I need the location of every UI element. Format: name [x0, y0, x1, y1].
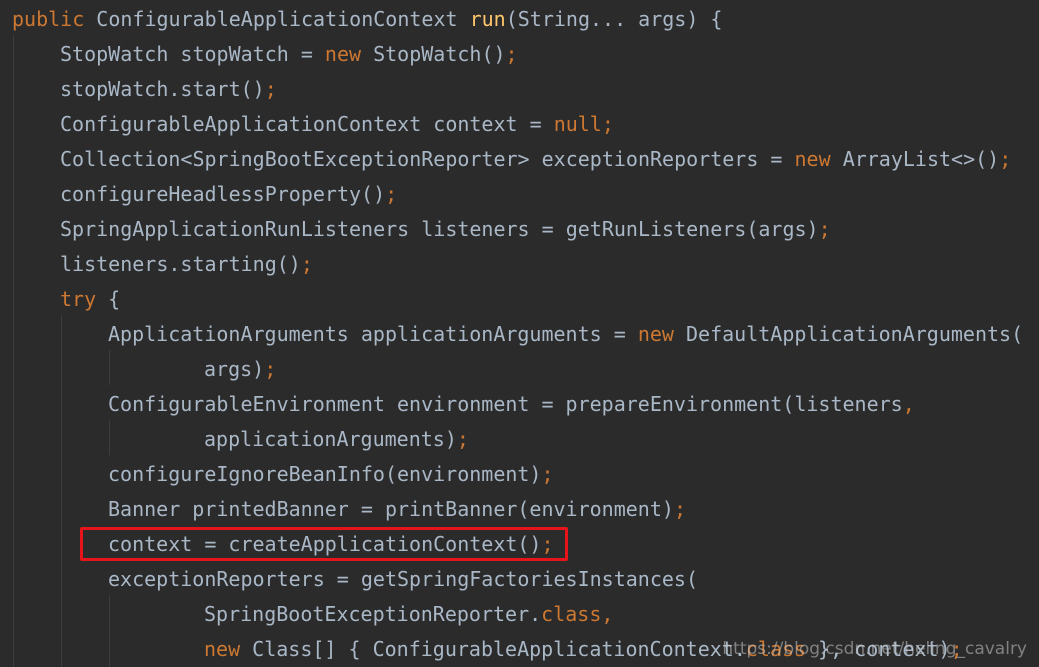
code-token: class	[541, 602, 602, 626]
code-line: StopWatch stopWatch = new StopWatch();	[60, 37, 518, 72]
code-line: try {	[60, 282, 120, 317]
code-token: Class[] { ConfigurableApplicationContext…	[252, 637, 746, 661]
code-token: Collection<SpringBootExceptionReporter> …	[60, 147, 795, 171]
code-token: exceptionReporters = getSpringFactoriesI…	[108, 567, 699, 591]
code-token: new	[637, 322, 686, 346]
code-token: {	[108, 287, 121, 311]
code-token: ;	[673, 497, 686, 521]
indent-guide	[61, 315, 62, 667]
code-token: listeners.starting()	[60, 252, 301, 276]
code-editor[interactable]: public ConfigurableApplicationContext ru…	[0, 0, 1039, 667]
code-line: ApplicationArguments applicationArgument…	[108, 317, 1023, 352]
code-line: args);	[204, 352, 276, 387]
code-line: exceptionReporters = getSpringFactoriesI…	[108, 562, 698, 597]
code-token: configureIgnoreBeanInfo(environment)	[108, 462, 542, 486]
code-token: ArrayList<>()	[842, 147, 1000, 171]
code-token: (String... args) {	[505, 7, 723, 31]
code-token: ConfigurableApplicationContext	[96, 7, 470, 31]
code-line: Collection<SpringBootExceptionReporter> …	[60, 142, 1011, 177]
code-line: Banner printedBanner = printBanner(envir…	[108, 492, 686, 527]
code-token: null	[553, 112, 602, 136]
code-token: SpringApplicationRunListeners listeners …	[60, 217, 819, 241]
code-token: ConfigurableEnvironment environment = pr…	[108, 392, 903, 416]
code-line: SpringBootExceptionReporter.class,	[204, 597, 613, 632]
code-line: configureIgnoreBeanInfo(environment);	[108, 457, 554, 492]
code-token: ;	[505, 42, 518, 66]
code-token: applicationArguments)	[204, 427, 457, 451]
code-token: StopWatch stopWatch =	[60, 42, 325, 66]
code-token: configureHeadlessProperty()	[60, 182, 386, 206]
code-token: ;	[385, 182, 398, 206]
code-token: StopWatch()	[373, 42, 506, 66]
code-token: new	[794, 147, 843, 171]
code-token: SpringBootExceptionReporter.	[204, 602, 542, 626]
code-token: ;	[264, 77, 277, 101]
code-token: ,	[902, 392, 915, 416]
code-token: new	[204, 637, 253, 661]
code-token: ;	[999, 147, 1012, 171]
code-line: stopWatch.start();	[60, 72, 277, 107]
code-token: run	[469, 7, 506, 31]
code-token: ;	[300, 252, 313, 276]
code-token: ;	[818, 217, 831, 241]
indent-guide	[109, 420, 110, 455]
code-token: ConfigurableApplicationContext context =	[60, 112, 554, 136]
code-token: ;	[264, 357, 277, 381]
code-token: try	[60, 287, 109, 311]
code-token: ApplicationArguments applicationArgument…	[108, 322, 638, 346]
code-line: configureHeadlessProperty();	[60, 177, 397, 212]
indent-guide	[109, 350, 110, 385]
code-token: DefaultApplicationArguments(	[685, 322, 1024, 346]
code-token: Banner printedBanner = printBanner(envir…	[108, 497, 674, 521]
indent-guide	[109, 595, 110, 667]
code-token: ,	[601, 602, 614, 626]
code-line: ConfigurableApplicationContext context =…	[60, 107, 614, 142]
code-line: applicationArguments);	[204, 422, 469, 457]
code-token: new	[324, 42, 374, 66]
code-token: ;	[456, 427, 469, 451]
highlight-box	[80, 527, 568, 561]
code-token: ;	[601, 112, 614, 136]
watermark: https://blog.csdn.net/heling_cavalry	[722, 639, 1027, 659]
code-token: args)	[204, 357, 265, 381]
code-line: listeners.starting();	[60, 247, 313, 282]
indent-guide	[13, 35, 14, 667]
code-line: public ConfigurableApplicationContext ru…	[12, 2, 722, 37]
code-line: SpringApplicationRunListeners listeners …	[60, 212, 831, 247]
code-line: ConfigurableEnvironment environment = pr…	[108, 387, 915, 422]
code-token: public	[12, 7, 97, 31]
code-token: stopWatch.start()	[60, 77, 265, 101]
code-token: ;	[541, 462, 554, 486]
